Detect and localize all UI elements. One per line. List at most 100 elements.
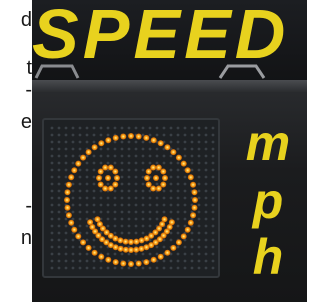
led-dot	[128, 261, 134, 267]
caption-fragment: t	[26, 57, 32, 79]
led-dot	[91, 144, 98, 151]
caption-fragment: n	[20, 227, 32, 249]
led-dot	[105, 175, 111, 181]
led-dot	[164, 249, 171, 256]
cropped-caption-strip: d t - e - n	[0, 0, 32, 302]
led-dot	[112, 259, 119, 266]
led-dot	[107, 164, 114, 171]
led-dot	[102, 185, 109, 192]
led-dot	[120, 260, 127, 267]
led-dot	[114, 175, 120, 181]
led-dot	[105, 256, 112, 263]
led-dot	[105, 137, 112, 144]
led-dot	[157, 140, 164, 147]
led-dot	[180, 233, 187, 240]
led-dot	[91, 249, 98, 256]
led-dot	[65, 212, 72, 219]
led-dot	[85, 244, 92, 251]
led-dot	[170, 244, 177, 251]
led-dot	[120, 133, 127, 140]
led-dot	[122, 246, 129, 253]
smiley-face-icon	[50, 126, 215, 270]
led-dot	[64, 189, 71, 196]
led-dot	[98, 140, 105, 147]
scene: d t - e - n SPEED m p h	[0, 0, 307, 302]
led-dot	[180, 160, 187, 167]
led-dot	[133, 246, 140, 253]
led-dot	[162, 175, 168, 181]
led-dot	[112, 168, 119, 175]
led-dot	[96, 175, 102, 181]
led-dot	[75, 160, 82, 167]
led-dot	[71, 167, 78, 174]
led-dot	[160, 181, 167, 188]
led-dot	[71, 226, 78, 233]
led-dot	[85, 149, 92, 156]
led-dot	[135, 133, 142, 140]
led-dot	[144, 175, 150, 181]
led-dot	[170, 149, 177, 156]
led-dot	[150, 256, 157, 263]
led-dot	[145, 168, 152, 175]
led-dot	[138, 237, 145, 244]
led-dot	[187, 219, 194, 226]
led-dot	[191, 189, 198, 196]
led-dot	[184, 226, 191, 233]
led-dot	[97, 181, 104, 188]
led-dot	[107, 185, 114, 192]
cabinet-top-edge	[32, 80, 307, 92]
led-dot	[138, 245, 145, 252]
led-dot	[143, 134, 150, 141]
led-dot	[80, 154, 87, 161]
led-dot	[68, 174, 75, 181]
led-dot	[150, 185, 157, 192]
caption-fragment: e	[20, 111, 32, 133]
led-dot	[133, 238, 140, 245]
led-dot	[98, 253, 105, 260]
led-dot	[184, 167, 191, 174]
led-dot	[155, 164, 162, 171]
speed-sign-photo: SPEED m p h	[32, 0, 307, 302]
led-dot	[175, 154, 182, 161]
unit-letter-m: m	[245, 115, 291, 171]
unit-letter-p: p	[252, 173, 284, 229]
led-dot	[190, 181, 197, 188]
led-dot	[135, 260, 142, 267]
mounting-bracket-icon	[34, 64, 80, 79]
led-dot	[128, 133, 134, 139]
led-dot	[164, 144, 171, 151]
led-dot	[155, 185, 162, 192]
led-dot	[191, 204, 198, 211]
led-dot	[112, 181, 119, 188]
led-display-panel	[42, 118, 220, 278]
led-dot	[112, 134, 119, 141]
led-dot	[80, 239, 87, 246]
led-dot	[75, 233, 82, 240]
led-dot	[68, 219, 75, 226]
led-dot	[65, 181, 72, 188]
unit-letter-h: h	[252, 229, 284, 285]
caption-fragment: d	[20, 9, 32, 31]
led-dot	[150, 164, 157, 171]
led-dot	[97, 168, 104, 175]
led-dot	[122, 238, 129, 245]
led-dot	[128, 239, 134, 245]
led-dot	[153, 175, 159, 181]
led-dot	[160, 168, 167, 175]
led-dot	[187, 174, 194, 181]
led-dot	[192, 197, 198, 203]
led-dot	[157, 253, 164, 260]
led-dot	[64, 197, 70, 203]
led-dot	[175, 239, 182, 246]
led-dot	[143, 259, 150, 266]
led-dot	[94, 216, 101, 223]
led-dot	[87, 219, 94, 226]
led-dot	[128, 247, 134, 253]
led-dot	[102, 164, 109, 171]
led-dot	[145, 181, 152, 188]
led-dot	[150, 137, 157, 144]
caption-fragment: -	[25, 79, 32, 101]
caption-fragment: -	[25, 195, 32, 217]
led-dot	[64, 204, 71, 211]
mounting-bracket-icon	[218, 64, 266, 79]
